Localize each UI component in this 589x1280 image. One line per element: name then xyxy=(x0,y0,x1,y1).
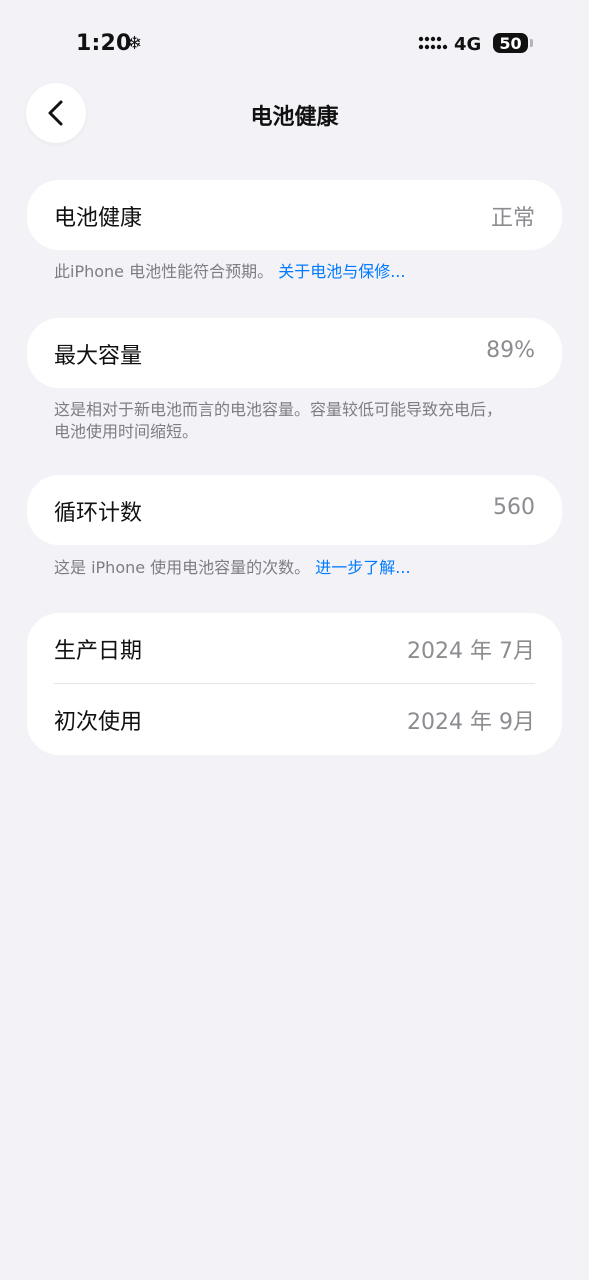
battery-health-value: 正常 xyxy=(490,206,535,231)
status-bar: 1:20 ❄ 4G 50 xyxy=(0,0,589,86)
battery-dates-card: 生产日期 2024 年 7月 初次使用 2024 年 9月 xyxy=(27,613,562,755)
battery-warranty-link[interactable]: 关于电池与保修... xyxy=(278,262,405,281)
cycle-count-note: 这是 iPhone 使用电池容量的次数。 进一步了解... xyxy=(54,557,544,579)
battery-icon: 50 xyxy=(493,33,528,53)
first-use-date-row: 初次使用 2024 年 9月 xyxy=(27,684,562,754)
cycle-count-row: 循环计数 560 xyxy=(27,475,562,545)
maximum-capacity-value: 89% xyxy=(486,338,535,363)
manufacture-date-label: 生产日期 xyxy=(54,639,143,664)
cycle-count-card: 循环计数 560 xyxy=(27,475,562,545)
cycle-count-value: 560 xyxy=(493,495,535,520)
cellular-signal-icon xyxy=(418,36,448,50)
snowflake-icon: ❄ xyxy=(127,33,143,54)
maximum-capacity-card: 最大容量 89% xyxy=(27,318,562,388)
battery-health-label: 电池健康 xyxy=(54,206,143,231)
cycle-count-description: 这是 iPhone 使用电池容量的次数。 xyxy=(54,558,311,577)
battery-health-card: 电池健康 正常 xyxy=(27,180,562,250)
status-time: 1:20 xyxy=(76,31,132,56)
first-use-date-label: 初次使用 xyxy=(54,710,143,735)
cycle-count-label: 循环计数 xyxy=(54,501,143,526)
maximum-capacity-row: 最大容量 89% xyxy=(27,318,562,388)
maximum-capacity-label: 最大容量 xyxy=(54,344,143,369)
learn-more-link[interactable]: 进一步了解... xyxy=(315,558,410,577)
battery-health-note: 此iPhone 电池性能符合预期。 关于电池与保修... xyxy=(54,261,544,283)
maximum-capacity-note: 这是相对于新电池而言的电池容量。容量较低可能导致充电后， 电池使用时间缩短。 xyxy=(54,399,544,443)
manufacture-date-value: 2024 年 7月 xyxy=(407,639,535,664)
battery-tip xyxy=(530,39,533,47)
maximum-capacity-note-line-2: 电池使用时间缩短。 xyxy=(54,422,199,441)
battery-health-description: 此iPhone 电池性能符合预期。 xyxy=(54,262,274,281)
network-type: 4G xyxy=(454,34,482,55)
page-title: 电池健康 xyxy=(250,105,339,130)
maximum-capacity-note-line-1: 这是相对于新电池而言的电池容量。容量较低可能导致充电后， xyxy=(54,400,503,419)
manufacture-date-row: 生产日期 2024 年 7月 xyxy=(27,613,562,684)
first-use-date-value: 2024 年 9月 xyxy=(407,710,535,735)
battery-health-row: 电池健康 正常 xyxy=(27,180,562,250)
battery-level: 50 xyxy=(499,33,522,53)
